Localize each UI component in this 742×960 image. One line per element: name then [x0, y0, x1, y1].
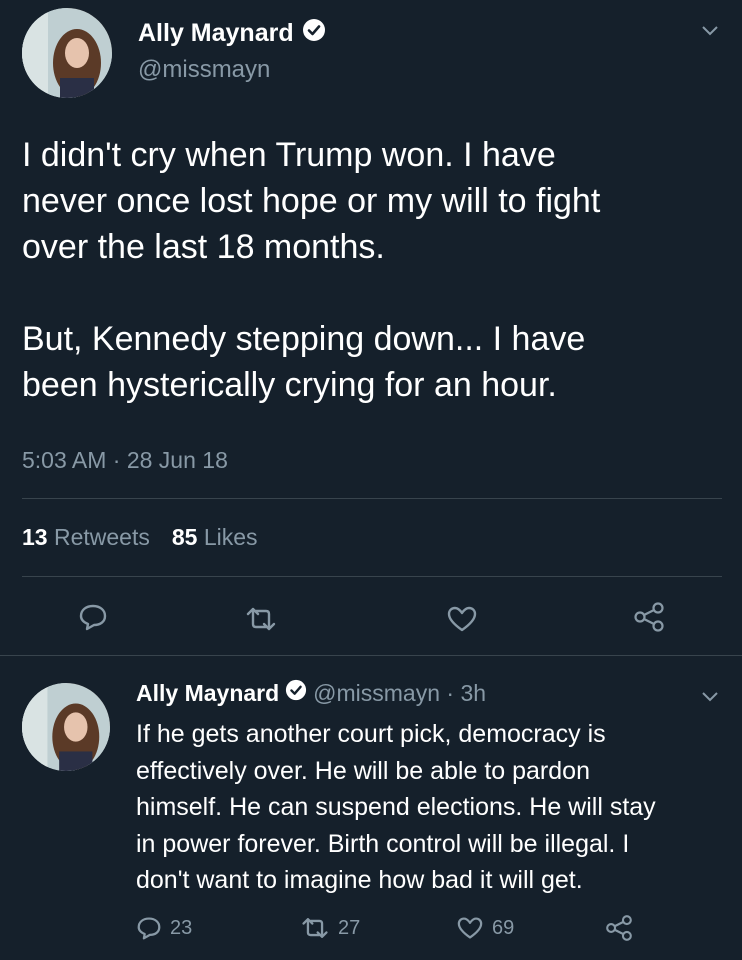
- engagement-stats: 13 Retweets 85 Likes: [22, 524, 258, 551]
- reply-button[interactable]: 23: [136, 916, 192, 940]
- retweet-icon[interactable]: [244, 606, 278, 632]
- like-count: 85: [171, 524, 198, 550]
- verified-badge-icon: [285, 679, 307, 707]
- divider: [22, 576, 722, 577]
- verified-badge-icon: [302, 18, 326, 49]
- reply-icon[interactable]: [78, 603, 108, 631]
- tweet-text-line: But, Kennedy stepping down... I have: [22, 320, 586, 358]
- share-icon[interactable]: [604, 914, 634, 942]
- reply-text-line: don't want to imagine how bad it will ge…: [136, 866, 583, 894]
- divider: [0, 655, 742, 656]
- reply-text: If he gets another court pick, democracy…: [136, 716, 736, 899]
- reply-text-line: himself. He can suspend elections. He wi…: [136, 793, 656, 821]
- reply-count: 23: [170, 916, 193, 939]
- likes-stat[interactable]: 85 Likes: [172, 524, 258, 551]
- avatar[interactable]: [22, 8, 112, 98]
- share-icon[interactable]: [632, 601, 666, 633]
- tweet-text-line: been hysterically crying for an hour.: [22, 366, 557, 404]
- chevron-down-icon[interactable]: [700, 690, 720, 704]
- timestamp[interactable]: 5:03 AM · 28 Jun 18: [22, 447, 228, 474]
- retweet-button[interactable]: 27: [300, 916, 360, 940]
- tweet-text-line: never once lost hope or my will to fight: [22, 182, 601, 220]
- reply-icon: [136, 916, 162, 940]
- divider: [22, 498, 722, 499]
- reply-display-name[interactable]: Ally Maynard: [136, 680, 279, 707]
- retweet-label: Retweets: [53, 524, 150, 550]
- reply-text-line: in power forever. Birth control will be …: [136, 829, 630, 858]
- display-name[interactable]: Ally Maynard: [138, 19, 294, 48]
- handle[interactable]: @missmayn: [138, 56, 270, 84]
- tweet-text-line: over the last 18 months.: [22, 228, 385, 266]
- reply-text-line: effectively over. He will be able to par…: [136, 756, 590, 785]
- heart-icon[interactable]: [446, 605, 478, 633]
- retweet-icon: [300, 916, 330, 940]
- reply-text-line: If he gets another court pick, democracy…: [136, 720, 606, 748]
- reply-handle-time[interactable]: @missmayn · 3h: [313, 680, 486, 707]
- heart-icon: [456, 916, 484, 940]
- retweets-stat[interactable]: 13 Retweets: [22, 524, 150, 551]
- tweet-text-line: I didn't cry when Trump won. I have: [22, 136, 556, 174]
- like-count: 69: [492, 916, 515, 939]
- tweet-text: I didn't cry when Trump won. I have neve…: [22, 132, 737, 408]
- retweet-count: 27: [338, 916, 361, 939]
- like-button[interactable]: 69: [456, 916, 514, 940]
- retweet-count: 13: [22, 524, 48, 550]
- chevron-down-icon[interactable]: [700, 24, 720, 38]
- like-label: Likes: [203, 524, 258, 550]
- reply-avatar[interactable]: [22, 683, 110, 771]
